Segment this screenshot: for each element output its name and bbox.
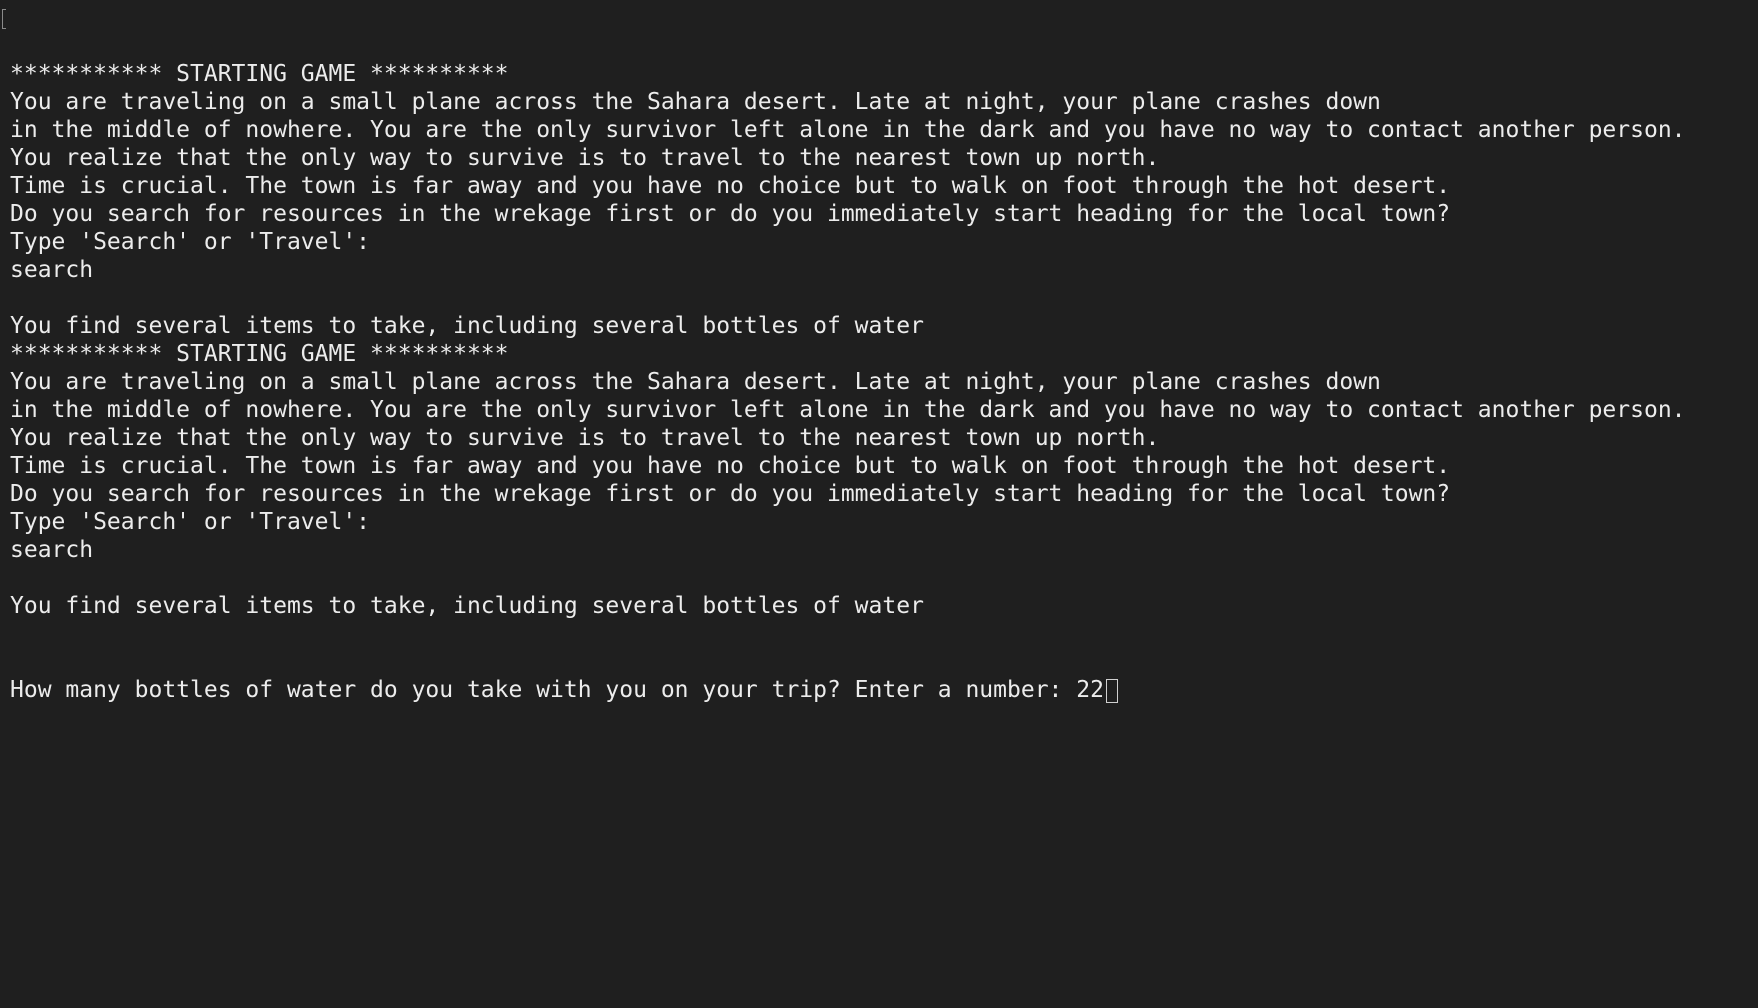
terminal-window[interactable]: *********** STARTING GAME ********** You … [0, 0, 1758, 1008]
output-line: Do you search for resources in the wreka… [10, 481, 1451, 507]
input-value[interactable]: 22 [1076, 677, 1104, 703]
output-line: You find several items to take, includin… [10, 313, 924, 339]
prompt-line[interactable]: How many bottles of water do you take wi… [10, 676, 1758, 704]
output-line: You find several items to take, includin… [10, 593, 924, 619]
output-line: *********** STARTING GAME ********** [10, 61, 509, 87]
output-line: in the middle of nowhere. You are the on… [10, 397, 1686, 423]
output-line: Time is crucial. The town is far away an… [10, 173, 1451, 199]
output-line: You are traveling on a small plane acros… [10, 89, 1381, 115]
output-line: search [10, 257, 94, 283]
output-line: in the middle of nowhere. You are the on… [10, 117, 1686, 143]
cursor-icon [1105, 679, 1118, 703]
output-line: You realize that the only way to survive… [10, 145, 1160, 171]
terminal-output: *********** STARTING GAME ********** You … [10, 4, 1758, 760]
output-line: *********** STARTING GAME ********** [10, 341, 509, 367]
prompt-text: How many bottles of water do you take wi… [10, 677, 1077, 703]
output-line: Type 'Search' or 'Travel': [10, 509, 371, 535]
output-lines: *********** STARTING GAME ********** You … [10, 60, 1758, 620]
scroll-marker-icon [2, 9, 6, 29]
output-line: Type 'Search' or 'Travel': [10, 229, 371, 255]
output-line: You realize that the only way to survive… [10, 425, 1160, 451]
output-line: Time is crucial. The town is far away an… [10, 453, 1451, 479]
output-line: You are traveling on a small plane acros… [10, 369, 1381, 395]
output-line: search [10, 537, 94, 563]
output-line: Do you search for resources in the wreka… [10, 201, 1451, 227]
